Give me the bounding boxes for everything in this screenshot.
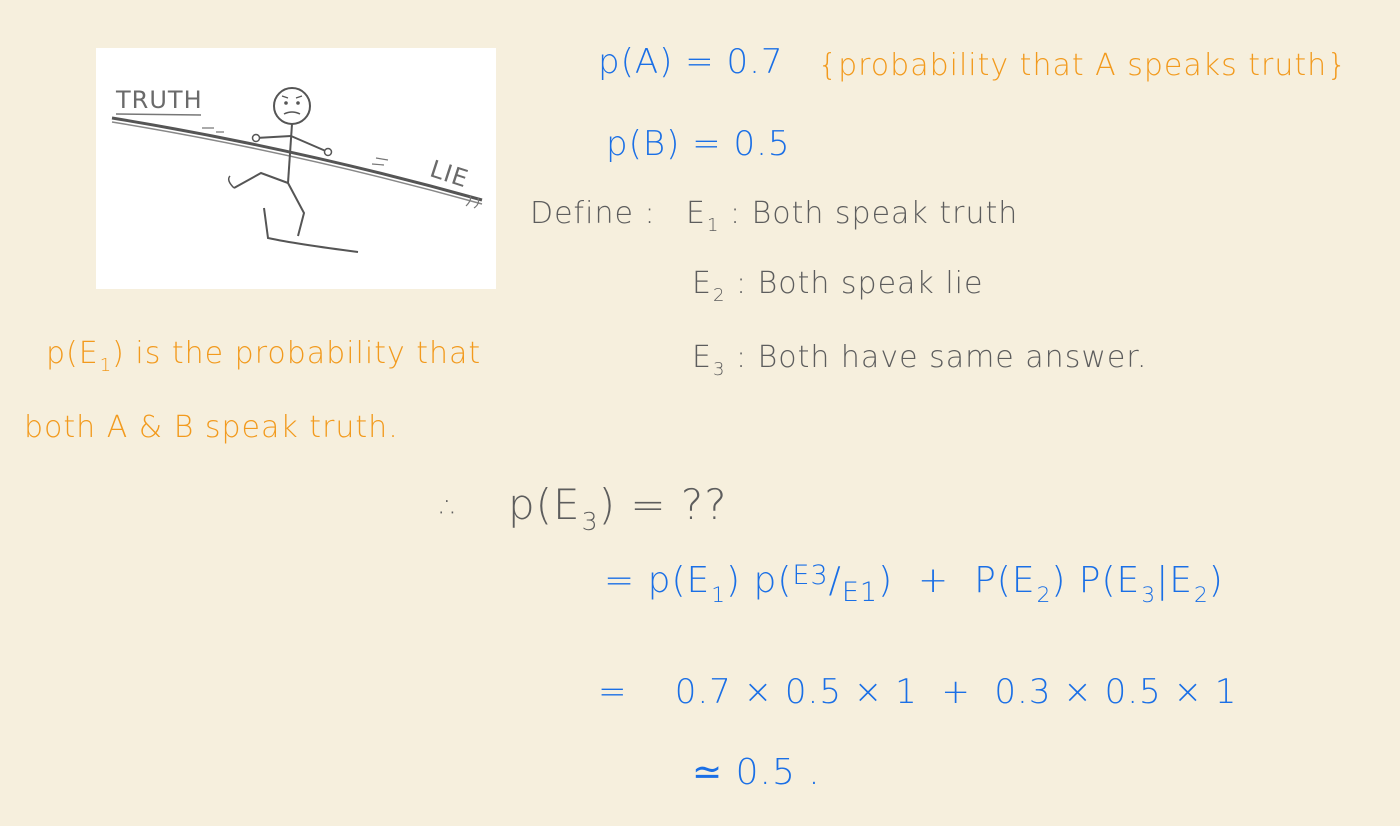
given-pa-note: {probability that A speaks truth} — [818, 48, 1348, 83]
step-1-fraction-denominator: E1 — [841, 577, 879, 609]
note-line-1-suffix: ) is the probability that — [112, 336, 482, 371]
question-subscript: 3 — [581, 507, 599, 537]
step-1-term-2-subscript: 2 — [1036, 582, 1052, 608]
therefore-symbol: ∴ — [440, 490, 461, 525]
note-line-1-prefix: p(E — [46, 336, 99, 371]
step-1-term-1-b: ) p( — [726, 560, 793, 601]
question-prefix: p(E — [508, 480, 581, 529]
event-e1-text: : Both speak truth — [729, 196, 1019, 231]
event-e2: E2 : Both speak lie — [692, 266, 984, 306]
question: p(E3) = ?? — [508, 480, 728, 536]
event-e2-symbol: E — [692, 266, 712, 301]
event-e2-subscript: 2 — [712, 285, 726, 307]
note-line-1-subscript: 1 — [99, 355, 113, 377]
step-1-term-2-a: P(E — [974, 560, 1036, 601]
step-1-fraction-slash: / — [828, 560, 842, 601]
event-e2-text: : Both speak lie — [735, 266, 984, 301]
question-suffix: ) = ?? — [598, 480, 728, 529]
step-1-term-2-subscript-3: 2 — [1193, 582, 1209, 608]
step-1-term-1-a: p(E — [647, 560, 711, 601]
result: ≃ 0.5 . — [692, 752, 821, 793]
event-e1: E1 : Both speak truth — [686, 196, 1019, 236]
step-1: = p(E1) p(E3/E1) + P(E2) P(E3|E2) — [604, 559, 1224, 609]
note-line-2: both A & B speak truth. — [24, 410, 399, 445]
truth-label: TRUTH — [116, 86, 203, 114]
step-1-term-2-subscript-2: 3 — [1141, 582, 1157, 608]
step-2: = 0.7 × 0.5 × 1 + 0.3 × 0.5 × 1 — [598, 672, 1238, 712]
event-e3-symbol: E — [692, 340, 712, 375]
event-e3-subscript: 3 — [712, 359, 726, 381]
step-1-fraction-numerator: E3 — [792, 559, 829, 591]
event-e1-subscript: 1 — [706, 215, 720, 237]
step-1-term-2-b: ) P(E — [1051, 560, 1141, 601]
event-e1-symbol: E — [686, 196, 706, 231]
step-1-term-1-close: ) — [878, 560, 894, 601]
step-1-term-1-subscript: 1 — [711, 582, 727, 608]
event-e3-text: : Both have same answer. — [735, 340, 1148, 375]
event-e3: E3 : Both have same answer. — [692, 340, 1148, 380]
given-pb: p(B) = 0.5 — [606, 124, 791, 164]
step-1-equals: = — [604, 560, 636, 601]
given-pa: p(A) = 0.7 — [598, 42, 784, 82]
step-1-plus: + — [918, 560, 950, 601]
step-1-term-2-c: |E — [1156, 560, 1193, 601]
note-line-1: p(E1) is the probability that — [46, 336, 482, 376]
step-1-term-2-close: ) — [1208, 560, 1224, 601]
tightrope-illustration: TRUTH LIE — [96, 48, 496, 289]
define-label: Define : — [530, 196, 656, 231]
